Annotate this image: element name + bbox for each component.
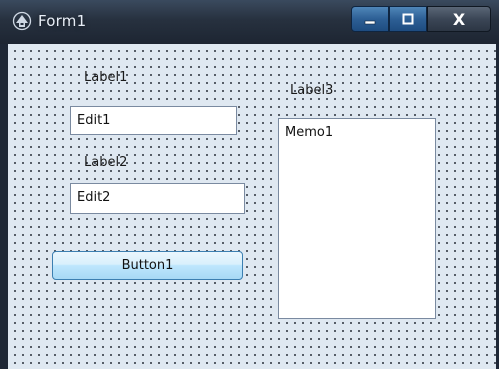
label2: Label2 — [84, 155, 128, 170]
delphi-helmet-icon — [12, 11, 32, 31]
minimize-icon — [364, 20, 376, 25]
window-title: Form1 — [38, 12, 87, 30]
maximize-button[interactable] — [389, 6, 427, 32]
edit2-input[interactable]: Edit2 — [70, 183, 245, 214]
edit1-input[interactable]: Edit1 — [70, 106, 237, 135]
maximize-icon — [402, 13, 414, 25]
close-button[interactable]: X — [427, 6, 491, 32]
button1[interactable]: Button1 — [52, 251, 243, 280]
memo1-textarea[interactable]: Memo1 — [278, 118, 436, 319]
minimize-button[interactable] — [351, 6, 389, 32]
form-client-area[interactable]: Label1 Edit1 Label2 Edit2 Button1 Label3… — [8, 44, 496, 369]
label3: Label3 — [290, 83, 334, 98]
close-icon: X — [452, 9, 466, 29]
label1: Label1 — [84, 70, 128, 85]
caption-buttons: X — [351, 6, 491, 32]
title-bar[interactable]: Form1 X — [0, 0, 499, 44]
form-window: Form1 X Label1 Edit1 Label2 Edit2 Button… — [0, 0, 499, 369]
